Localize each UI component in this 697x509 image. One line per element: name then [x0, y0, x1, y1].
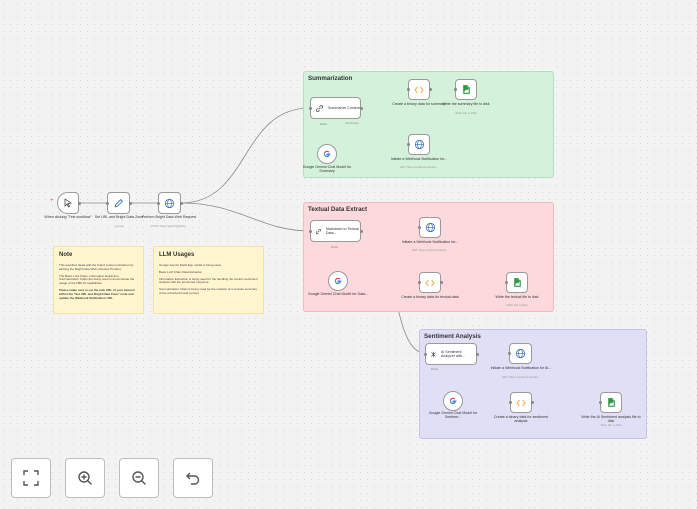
node-label: Initiate a Webhook Notification for...	[401, 240, 459, 244]
node-label: AI Sentiment Analyzer with...	[440, 349, 466, 358]
node-subtitle: Write File to Disk	[600, 423, 622, 427]
node-webhook-textual[interactable]	[419, 217, 441, 238]
google-g-icon	[334, 277, 342, 285]
sticky-text: Summarization Chain is being used for th…	[159, 287, 258, 295]
globe-icon	[425, 222, 435, 233]
sticky-note-llm-usages[interactable]: LLM Usages Google Gemini Flash Exp model…	[153, 246, 264, 314]
chain-link-icon	[316, 104, 323, 112]
node-write-sentiment[interactable]	[600, 392, 622, 413]
code-brackets-icon	[425, 279, 435, 286]
node-label: Google Gemini Chat Model for Data...	[307, 292, 369, 296]
file-write-icon	[607, 398, 615, 407]
sticky-text: Basic LLM Chain Data Extractor.	[159, 269, 203, 274]
node-manual-trigger[interactable]	[57, 192, 79, 214]
node-subtitle: GET: https://webhook.site/d...	[411, 248, 449, 252]
node-subtitle: GET: https://webhook.site/da...	[502, 375, 540, 379]
node-subtitle: Write File to Disk	[506, 303, 528, 307]
sticky-text: The Basic LLM Chain, Information Extract…	[59, 273, 135, 286]
node-subtitle: GET: https://webhook.site/da...	[400, 165, 438, 169]
node-label: Summarize Content	[328, 105, 360, 110]
node-label: Google Gemini Chat Model for Sentime...	[428, 411, 478, 420]
node-set-url[interactable]	[107, 192, 130, 214]
node-label: Write the summary file to disk	[442, 102, 490, 106]
port-label: Model	[431, 368, 439, 371]
node-webhook-sentiment[interactable]	[509, 343, 532, 364]
sticky-text: Google Gemini Flash Exp model is being u…	[159, 263, 222, 267]
zoom-out-icon	[132, 471, 146, 485]
fit-view-icon	[23, 470, 39, 486]
code-brackets-icon	[414, 86, 424, 93]
node-write-textual[interactable]	[506, 272, 528, 293]
fit-to-view-button[interactable]	[11, 458, 51, 498]
zoom-out-button[interactable]	[119, 458, 159, 498]
node-bright-data-request[interactable]	[158, 192, 181, 214]
globe-icon	[164, 198, 175, 208]
node-binary-summary[interactable]	[408, 79, 430, 100]
google-g-icon	[323, 150, 331, 158]
node-label: Perform Bright Data Web Request	[141, 215, 197, 219]
node-label: Write the textual file to disk	[495, 295, 539, 299]
add-trigger-plus[interactable]: +	[50, 198, 54, 204]
node-markdown-textual[interactable]: Markdown to Textual Data...	[310, 220, 361, 242]
sticky-title: LLM Usages	[159, 252, 195, 258]
zoom-in-button[interactable]	[65, 458, 105, 498]
node-summarize-content[interactable]: Summarize Content	[310, 97, 361, 119]
undo-button[interactable]	[173, 458, 213, 498]
sentiment-icon	[431, 351, 436, 357]
node-label: Initiate a Webhook Notification for...	[390, 157, 448, 161]
node-write-summary[interactable]	[455, 79, 477, 100]
file-write-icon	[513, 278, 521, 287]
undo-icon	[186, 472, 200, 485]
code-brackets-icon	[516, 399, 526, 406]
node-gemini-summary[interactable]	[317, 144, 337, 164]
node-subtitle: Write File to Disk	[455, 111, 477, 115]
node-binary-sentiment[interactable]	[510, 392, 532, 413]
group-title: Textual Data Extract	[308, 206, 368, 213]
node-label: Initiate a Webhook Notification for AI..…	[490, 366, 552, 370]
node-webhook-summary[interactable]	[408, 134, 430, 155]
globe-icon	[515, 348, 526, 359]
node-gemini-sentiment[interactable]	[443, 391, 463, 411]
cursor-click-icon	[64, 198, 72, 208]
node-gemini-data[interactable]	[328, 271, 348, 291]
node-subtitle: POST: https://api.brightdata...	[150, 224, 188, 228]
sticky-text: This workflow deals with the brand conte…	[59, 263, 134, 271]
file-write-icon	[462, 85, 470, 94]
node-sentiment-analyzer[interactable]: AI Sentiment Analyzer with...	[425, 343, 477, 365]
node-label: Create a binary data for sentiment analy…	[493, 415, 549, 424]
zoom-in-icon	[78, 471, 92, 485]
node-binary-textual[interactable]	[419, 272, 441, 293]
chain-link-icon	[315, 228, 322, 234]
sticky-note-note[interactable]: Note This workflow deals with the brand …	[53, 246, 144, 314]
sticky-text: Please make sure to set the web URL of y…	[59, 287, 135, 300]
node-label: Create a binary data for textual data	[401, 295, 459, 299]
sticky-title: Note	[59, 252, 73, 258]
port-label: Model	[331, 246, 339, 249]
sticky-text: Information Extraction is being used for…	[159, 276, 258, 285]
globe-icon	[414, 139, 424, 150]
node-label: Google Gemini Chat Model for Summary	[302, 165, 352, 174]
google-g-icon	[449, 397, 457, 405]
port-label: Sub Prompt	[345, 122, 359, 125]
pencil-icon	[114, 198, 123, 207]
node-label: Markdown to Textual Data...	[325, 226, 359, 235]
group-title: Summarization	[308, 75, 353, 82]
port-label: Model	[320, 123, 328, 126]
group-title: Sentiment Analysis	[424, 333, 481, 340]
